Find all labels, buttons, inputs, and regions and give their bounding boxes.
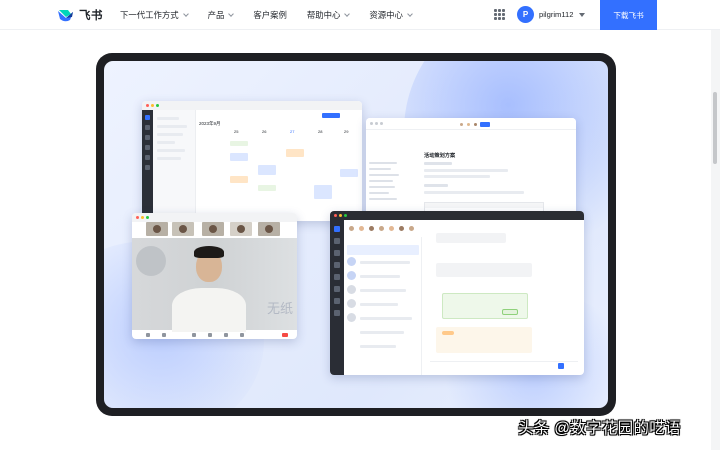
calendar-day: 27 bbox=[290, 129, 295, 134]
end-call-button[interactable] bbox=[282, 333, 288, 337]
chevron-down-icon bbox=[344, 10, 351, 17]
calendar-month-label: 2023年9月 bbox=[199, 121, 221, 126]
chat-icon[interactable] bbox=[224, 333, 228, 337]
calendar-window: 2023年9月 25 26 27 28 29 bbox=[142, 101, 362, 221]
document-window: 活动策划方案 bbox=[366, 118, 576, 226]
feishu-logo-icon bbox=[58, 9, 73, 21]
send-icon[interactable] bbox=[558, 363, 564, 369]
calendar-event[interactable] bbox=[286, 149, 304, 157]
nav-item-label: 客户案例 bbox=[253, 10, 287, 20]
main-menu: 下一代工作方式 产品 客户案例 帮助中心 资源中心 bbox=[120, 0, 432, 30]
calendar-event[interactable] bbox=[314, 185, 332, 199]
chat-message bbox=[436, 263, 532, 277]
nav-item-resource-center[interactable]: 资源中心 bbox=[369, 9, 413, 21]
brand-name: 飞书 bbox=[79, 10, 103, 22]
video-meeting-window: 无纸 bbox=[132, 213, 297, 339]
calendar-event[interactable] bbox=[230, 153, 248, 161]
chevron-down-icon bbox=[228, 10, 235, 17]
share-icon[interactable] bbox=[192, 333, 196, 337]
watermark: 头条 @数字花园的呓语 bbox=[518, 416, 681, 438]
calendar-event[interactable] bbox=[340, 169, 358, 177]
chat-window bbox=[330, 211, 584, 375]
chat-message bbox=[436, 233, 506, 243]
calendar-day: 29 bbox=[344, 129, 349, 134]
nav-item-label: 产品 bbox=[207, 10, 225, 20]
download-button[interactable]: 下载飞书 bbox=[600, 0, 657, 30]
record-icon[interactable] bbox=[240, 333, 244, 337]
calendar-day: 26 bbox=[262, 129, 267, 134]
nav-item-help-center[interactable]: 帮助中心 bbox=[306, 9, 351, 21]
main-video-feed: 无纸 bbox=[132, 238, 297, 332]
mic-icon[interactable] bbox=[146, 333, 150, 337]
nav-item-label: 帮助中心 bbox=[306, 10, 341, 20]
username: pilgrim112 bbox=[539, 10, 574, 19]
camera-icon[interactable] bbox=[162, 333, 166, 337]
participants-icon[interactable] bbox=[208, 333, 212, 337]
calendar-event[interactable] bbox=[258, 185, 276, 191]
nav-item-products[interactable]: 产品 bbox=[207, 9, 235, 21]
chat-card-button[interactable] bbox=[502, 309, 518, 315]
scrollbar-thumb[interactable] bbox=[713, 92, 717, 164]
user-menu[interactable]: P pilgrim112 bbox=[517, 6, 586, 23]
nav-item-next-gen-work[interactable]: 下一代工作方式 bbox=[120, 9, 189, 21]
chat-tag bbox=[442, 331, 454, 335]
feishu-logo[interactable]: 飞书 bbox=[57, 7, 103, 23]
nav-item-customer-cases[interactable]: 客户案例 bbox=[253, 9, 287, 21]
calendar-new-event-button[interactable] bbox=[322, 113, 340, 118]
page-scrollbar[interactable] bbox=[711, 30, 720, 450]
calendar-event[interactable] bbox=[258, 165, 276, 175]
top-navbar: 飞书 下一代工作方式 产品 客户案例 帮助中心 资源中心 P pilgrim11… bbox=[0, 0, 720, 30]
avatar: P bbox=[517, 6, 534, 23]
chevron-down-icon bbox=[182, 10, 189, 17]
calendar-event[interactable] bbox=[230, 141, 248, 146]
chat-input[interactable] bbox=[430, 361, 578, 371]
calendar-day: 25 bbox=[234, 129, 239, 134]
video-caption-ghost: 无纸 bbox=[267, 301, 294, 316]
nav-item-label: 下一代工作方式 bbox=[120, 10, 179, 20]
product-showcase-screen: 2023年9月 25 26 27 28 29 活动策划方案 无纸 bbox=[104, 61, 608, 408]
caret-down-icon bbox=[579, 12, 586, 17]
calendar-day: 28 bbox=[318, 129, 323, 134]
tablet-device-frame: 2023年9月 25 26 27 28 29 活动策划方案 无纸 bbox=[96, 53, 616, 416]
calendar-event[interactable] bbox=[230, 176, 248, 183]
watermark-text: 头条 @数字花园的呓语 bbox=[518, 420, 681, 437]
document-title: 活动策划方案 bbox=[424, 153, 456, 159]
grid-apps-icon[interactable] bbox=[494, 9, 505, 20]
chevron-down-icon bbox=[407, 10, 413, 17]
chat-message-card[interactable] bbox=[442, 293, 528, 319]
nav-item-label: 资源中心 bbox=[369, 10, 403, 20]
